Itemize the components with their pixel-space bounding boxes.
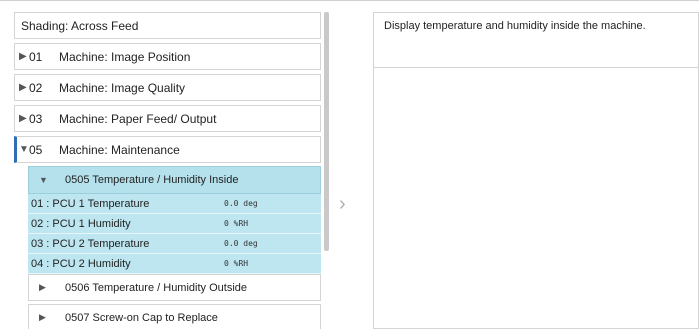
setting-value: 0 %RH: [224, 219, 249, 228]
category-03-machine-paper-feed-output[interactable]: ▶ 03 Machine: Paper Feed/ Output: [14, 105, 321, 132]
setting-name: 02 : PCU 1 Humidity: [31, 217, 131, 230]
setting-value: 0.0 deg: [224, 239, 258, 248]
setting-row-pcu1-humidity[interactable]: 02 : PCU 1 Humidity 0 %RH: [28, 214, 321, 234]
category-number: 02: [29, 80, 43, 95]
category-01-machine-image-position[interactable]: ▶ 01 Machine: Image Position: [14, 43, 321, 70]
category-label: Machine: Paper Feed/ Output: [59, 111, 217, 126]
subgroup-label: 0505 Temperature / Humidity Inside: [65, 174, 239, 186]
category-number: 03: [29, 111, 43, 126]
subgroup-label: 0507 Screw-on Cap to Replace: [65, 311, 218, 324]
category-02-machine-image-quality[interactable]: ▶ 02 Machine: Image Quality: [14, 74, 321, 101]
subgroup-label: 0506 Temperature / Humidity Outside: [65, 281, 247, 294]
expand-arrow-icon: ▶: [19, 51, 27, 62]
description-panel: Display temperature and humidity inside …: [373, 12, 699, 329]
category-number: 05: [29, 142, 43, 157]
setting-value: 0 %RH: [224, 259, 249, 268]
expand-arrow-icon: ▶: [19, 82, 27, 93]
category-05-machine-maintenance[interactable]: ▼ 05 Machine: Maintenance: [14, 136, 321, 163]
expand-arrow-icon: ▶: [39, 312, 46, 322]
expand-arrow-icon: ▶: [19, 113, 27, 124]
section-header-label: Shading: Across Feed: [21, 18, 139, 33]
setting-name: 01 : PCU 1 Temperature: [31, 197, 150, 210]
expand-arrow-icon: ▶: [39, 282, 46, 292]
category-label: Machine: Image Position: [59, 49, 191, 64]
setting-row-pcu2-temperature[interactable]: 03 : PCU 2 Temperature 0.0 deg: [28, 234, 321, 254]
description-text: Display temperature and humidity inside …: [374, 13, 698, 68]
chevron-right-icon[interactable]: ›: [339, 194, 351, 214]
setting-value: 0.0 deg: [224, 199, 258, 208]
setting-row-pcu1-temperature[interactable]: 01 : PCU 1 Temperature 0.0 deg: [28, 194, 321, 214]
subgroup-0506-temperature-humidity-outside[interactable]: ▶ 0506 Temperature / Humidity Outside: [28, 274, 321, 301]
setting-name: 03 : PCU 2 Temperature: [31, 237, 150, 250]
top-divider: [0, 0, 699, 6]
setting-row-pcu2-humidity[interactable]: 04 : PCU 2 Humidity 0 %RH: [28, 254, 321, 274]
subgroup-0507-screw-on-cap-to-replace[interactable]: ▶ 0507 Screw-on Cap to Replace: [28, 304, 321, 329]
category-label: Machine: Image Quality: [59, 80, 186, 95]
settings-tree: Shading: Across Feed ▶ 01 Machine: Image…: [14, 12, 321, 329]
subgroup-0505-temperature-humidity-inside[interactable]: ▼ 0505 Temperature / Humidity Inside: [28, 166, 321, 194]
list-scrollbar[interactable]: [324, 12, 329, 251]
category-number: 01: [29, 49, 43, 64]
section-header[interactable]: Shading: Across Feed: [14, 12, 321, 39]
category-label: Machine: Maintenance: [59, 142, 180, 157]
setting-name: 04 : PCU 2 Humidity: [31, 257, 131, 270]
collapse-arrow-icon: ▼: [19, 144, 29, 155]
collapse-arrow-icon: ▼: [39, 175, 48, 185]
